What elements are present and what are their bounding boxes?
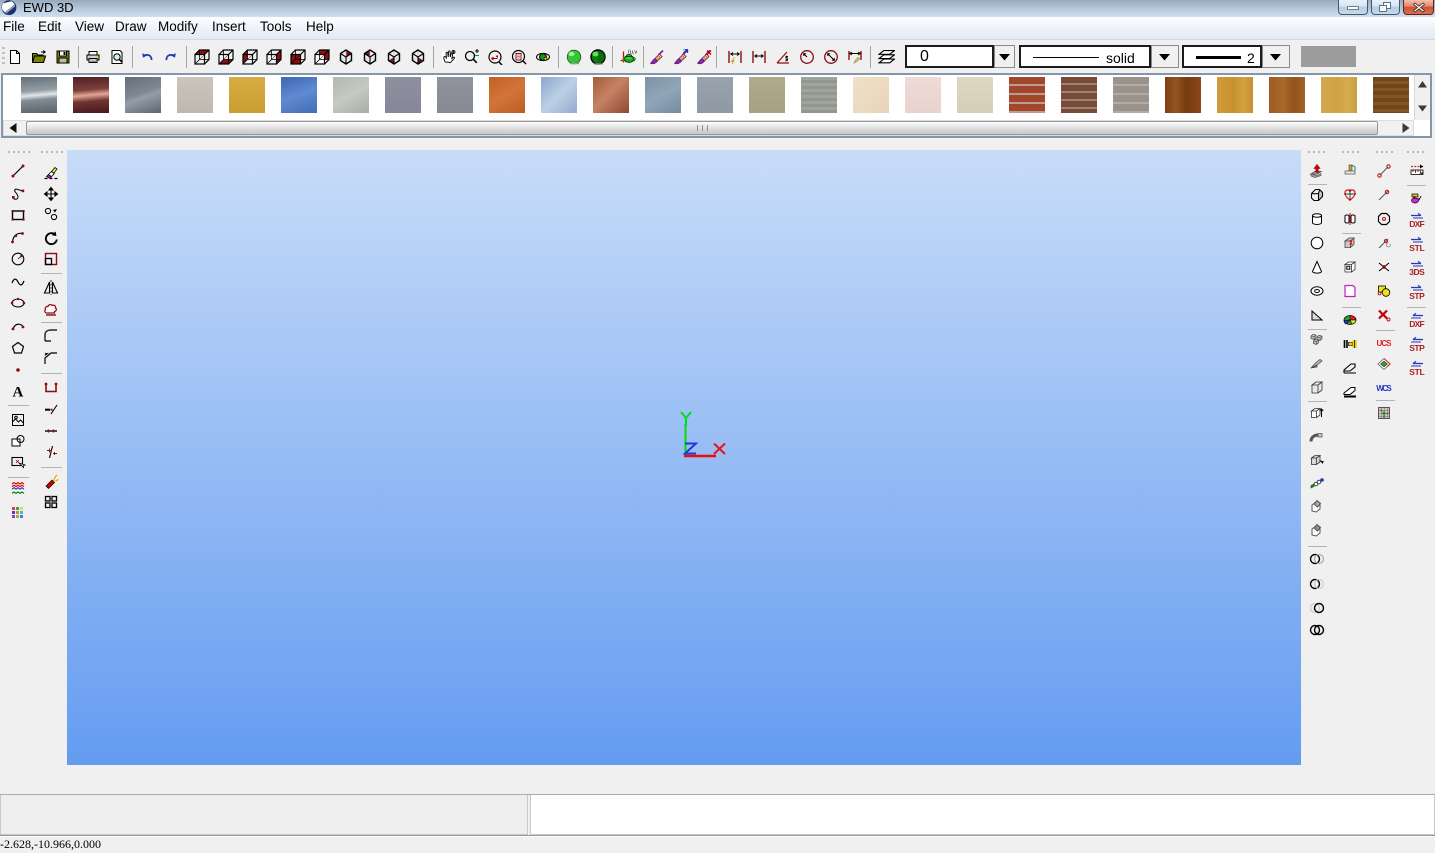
svg-text:DXF: DXF	[1409, 319, 1425, 328]
svg-text:A: A	[13, 385, 24, 400]
svg-text:WCS: WCS	[1376, 384, 1392, 393]
svg-text:3DS: 3DS	[1409, 267, 1425, 276]
svg-text:STP: STP	[1409, 343, 1425, 352]
svg-text:STP: STP	[1409, 291, 1425, 300]
svg-text:UCS: UCS	[1377, 339, 1393, 348]
svg-text:STL: STL	[1409, 243, 1425, 252]
svg-text:STL: STL	[1409, 367, 1425, 376]
svg-text:DXF: DXF	[1409, 219, 1425, 228]
